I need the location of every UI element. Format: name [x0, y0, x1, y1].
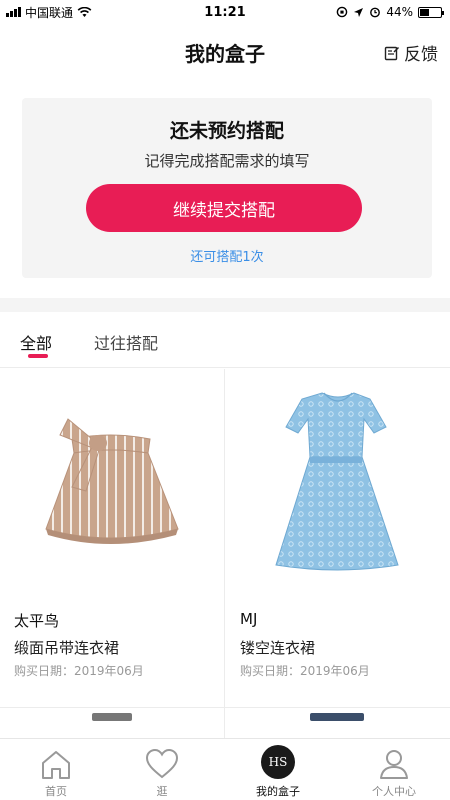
- feedback-button[interactable]: 反馈: [384, 40, 438, 65]
- tabbar-label: 首页: [45, 785, 67, 798]
- heart-icon: [145, 748, 179, 779]
- product-name: 缎面吊带连衣裙: [14, 639, 120, 657]
- home-icon: [42, 751, 70, 779]
- tab-all[interactable]: 全部: [20, 330, 52, 354]
- bottom-tab-bar: 首页 逛 HS 我的盒子 个人中心: [0, 738, 450, 800]
- app-header: 我的盒子 反馈: [0, 24, 450, 82]
- battery-fill: [420, 8, 429, 16]
- page-title: 我的盒子: [185, 42, 265, 66]
- booking-card: 还未预约搭配 记得完成搭配需求的填写 继续提交搭配 还可搭配1次: [22, 98, 432, 278]
- booking-title: 还未预约搭配: [169, 120, 284, 142]
- product-card[interactable]: 太平鸟 缎面吊带连衣裙 购买日期：2019年06月: [0, 369, 224, 707]
- user-icon: [380, 750, 408, 779]
- orientation-lock-icon: [337, 6, 348, 18]
- tabbar-label: 我的盒子: [256, 785, 300, 798]
- status-bar: 中国联通 11:21 44%: [0, 0, 450, 24]
- tabbar-browse[interactable]: 逛: [106, 739, 218, 800]
- tabbar-home[interactable]: 首页: [0, 739, 112, 800]
- box-logo-icon: HS: [261, 745, 295, 779]
- tab-past-styling[interactable]: 过往搭配: [94, 330, 158, 354]
- active-tab-indicator: [28, 354, 48, 358]
- next-row-peek-left: [92, 713, 132, 721]
- section-divider: [0, 298, 450, 312]
- remaining-count-link[interactable]: 还可搭配1次: [22, 246, 432, 265]
- grid-divider-horizontal: [0, 707, 450, 708]
- alarm-icon: [370, 7, 381, 18]
- tabbar-my-box[interactable]: HS 我的盒子: [222, 739, 334, 800]
- location-icon: [354, 7, 364, 17]
- product-grid: 太平鸟 缎面吊带连衣裙 购买日期：2019年06月 MJ 镂空连衣裙 购买日期：…: [0, 369, 450, 749]
- purchase-date: 购买日期：2019年06月: [240, 664, 370, 678]
- tabbar-label: 个人中心: [372, 785, 416, 798]
- battery-icon: [418, 6, 444, 18]
- product-image-skirt: [45, 418, 179, 544]
- grid-divider-vertical: [224, 369, 225, 749]
- product-card[interactable]: MJ 镂空连衣裙 购买日期：2019年06月: [226, 369, 450, 707]
- edit-note-icon: [384, 46, 400, 60]
- product-brand: MJ: [240, 610, 258, 628]
- tabbar-label: 逛: [156, 785, 168, 798]
- battery-percent: 44%: [386, 5, 413, 19]
- next-row-peek-right: [310, 713, 364, 721]
- continue-submit-button[interactable]: 继续提交搭配: [86, 184, 362, 232]
- product-image-dress: [275, 392, 399, 571]
- booking-subtitle: 记得完成搭配需求的填写: [144, 152, 310, 170]
- product-name: 镂空连衣裙: [240, 639, 316, 657]
- feedback-label: 反馈: [404, 45, 438, 65]
- filter-tabs: 全部 过往搭配: [0, 312, 450, 368]
- product-brand: 太平鸟: [14, 612, 60, 630]
- tabbar-profile[interactable]: 个人中心: [338, 739, 450, 800]
- purchase-date: 购买日期：2019年06月: [14, 664, 144, 678]
- status-right: 44%: [336, 5, 444, 19]
